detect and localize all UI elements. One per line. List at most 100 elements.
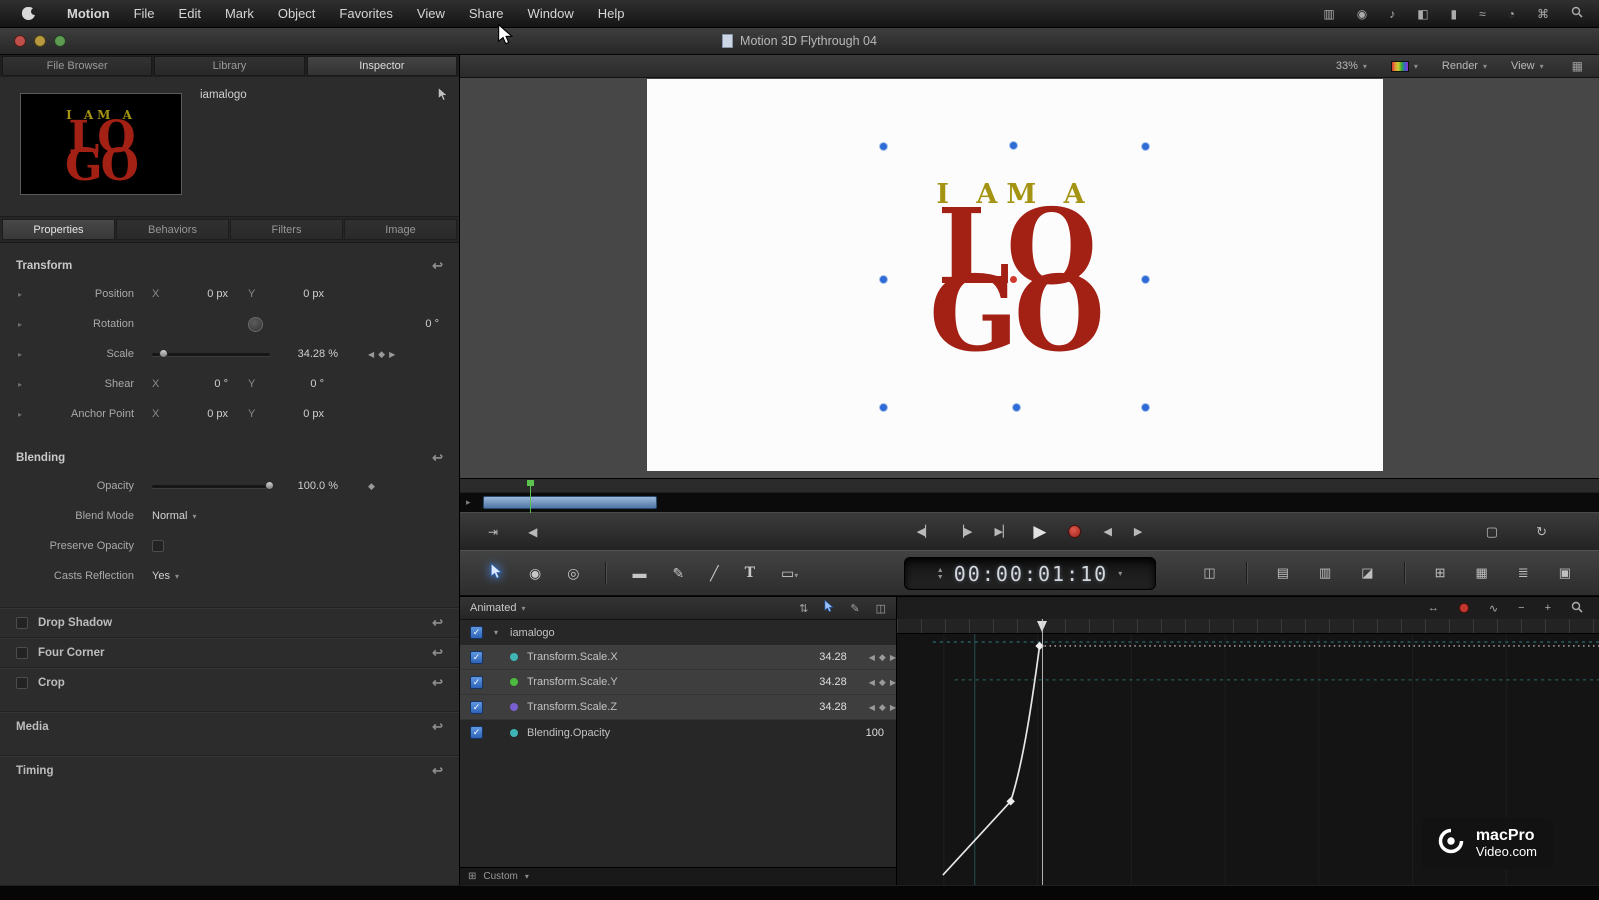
animated-filter-dropdown[interactable]: Animated ▾ [470,602,526,614]
selection-handle[interactable] [1012,403,1021,412]
position-y-value[interactable]: 0 px [266,288,324,300]
new-camera-icon[interactable]: ◫ [1203,565,1215,581]
loop-icon[interactable]: ↻ [1536,524,1547,540]
prev-keyframe-icon[interactable]: ◀ [368,350,374,359]
object-panel-icon[interactable]: ⊞ [1435,565,1446,581]
casts-reflection-dropdown[interactable]: Yes ▾ [152,570,179,582]
menu-favorites[interactable]: Favorites [327,0,404,28]
zoom-dropdown[interactable]: 33% ▾ [1336,60,1367,72]
selection-handle[interactable] [1141,403,1150,412]
parameter-value[interactable]: 34.28 [801,651,847,663]
menu-window[interactable]: Window [516,0,586,28]
parameter-enable-checkbox[interactable]: ✓ [470,700,483,714]
add-keyframe-icon[interactable]: ◆ [879,702,886,713]
next-keyframe-icon[interactable]: ▕▶ [956,525,973,538]
timecode-stepper[interactable]: ▲ ▼ [937,567,944,581]
parameter-value[interactable]: 100 [838,727,884,739]
play-button[interactable]: ▶ [1033,522,1046,542]
adjust-anchor-tool[interactable]: ◎ [567,565,579,582]
next-keyframe-icon[interactable]: ▶ [890,653,896,662]
pen-icon[interactable]: ✎ [850,602,859,615]
battery-icon[interactable]: ▮ [1451,7,1458,21]
previous-frame-icon[interactable]: ◀ [1103,525,1111,538]
four-corner-section[interactable]: Four Corner ↩ [0,637,459,667]
curve-snapshot-icon[interactable]: ∿ [1489,602,1498,615]
disclosure-icon[interactable]: ▸ [18,350,40,359]
fullscreen-icon[interactable]: ▢ [1486,524,1498,540]
adjust-item-tool[interactable]: ◉ [529,565,541,582]
mask-tool[interactable]: ▭▾ [781,565,798,582]
fit-curves-icon[interactable]: ↔ [1428,602,1439,614]
drop-shadow-reset-icon[interactable]: ↩ [432,615,443,631]
canvas-viewport[interactable]: I AM A LO GO [460,78,1599,478]
view-dropdown[interactable]: View ▾ [1511,60,1544,72]
parameter-enable-checkbox[interactable]: ✓ [470,726,483,739]
drop-shadow-section[interactable]: Drop Shadow ↩ [0,607,459,637]
disclosure-down-icon[interactable]: ▾ [494,628,510,637]
tab-file-browser[interactable]: File Browser [2,56,153,76]
next-keyframe-icon[interactable]: ▶ [890,678,896,687]
subtab-behaviors[interactable]: Behaviors [116,219,229,240]
next-frame-icon[interactable]: ▶ [1134,525,1142,538]
shield-icon[interactable]: ◉ [1357,7,1367,21]
record-button[interactable] [1068,525,1082,538]
opacity-value[interactable]: 100.0 % [276,480,338,492]
anchor-x-value[interactable]: 0 px [170,408,228,420]
media-section[interactable]: Media ↩ [0,711,459,741]
network-icon[interactable]: ≈ [1479,7,1486,21]
parameter-row[interactable]: ✓ Transform.Scale.X 34.28 ◀ ◆ ▶ [460,645,896,670]
add-keyframe-icon[interactable]: ◆ [378,349,385,360]
selection-handle[interactable] [879,275,888,284]
zoom-button[interactable] [54,35,66,47]
switcher-icon[interactable]: ⌘ [1537,7,1549,21]
prev-keyframe-icon[interactable]: ◀ [869,678,875,687]
opacity-keyframe-icon[interactable]: ◆ [368,481,375,492]
selection-handle[interactable] [879,142,888,151]
shear-x-value[interactable]: 0 ° [170,378,228,390]
crop-reset-icon[interactable]: ↩ [432,675,443,691]
timeline-disclosure-icon[interactable]: ▸ [466,497,471,508]
menu-object[interactable]: Object [266,0,328,28]
snapshot-icon[interactable]: ◫ [876,602,886,615]
selection-handle[interactable] [879,403,888,412]
timing-reset-icon[interactable]: ↩ [432,763,443,779]
content-library-icon[interactable]: ▥ [1319,565,1331,581]
step-back-icon[interactable]: ◀ [528,525,537,539]
spotlight-icon[interactable] [1571,6,1583,21]
subtab-filters[interactable]: Filters [230,219,343,240]
preserve-opacity-checkbox[interactable] [152,540,164,552]
canvas-stage[interactable]: I AM A LO GO [647,79,1383,471]
layer-duration-bar[interactable] [483,496,657,509]
position-x-value[interactable]: 0 px [170,288,228,300]
next-keyframe-icon[interactable]: ▶ [389,350,395,359]
blend-mode-dropdown[interactable]: Normal ▾ [152,510,196,522]
timeline-panel-icon[interactable]: ▦ [1476,565,1488,581]
previous-keyframe-icon[interactable]: ◀▏ [917,525,934,538]
menu-help[interactable]: Help [586,0,637,28]
drop-shadow-checkbox[interactable] [16,616,28,629]
selection-handle[interactable] [1009,141,1018,150]
crop-section[interactable]: Crop ↩ [0,667,459,697]
add-keyframe-icon[interactable]: ◆ [879,652,886,663]
volume-icon[interactable]: ◧ [1417,7,1428,21]
parameter-enable-checkbox[interactable]: ✓ [470,675,483,689]
clock-icon[interactable]: ◔ [1508,7,1515,21]
graph-ruler[interactable] [897,619,1599,634]
disclosure-icon[interactable]: ▸ [18,320,40,329]
rotation-dial[interactable] [248,316,263,332]
transform-reset-icon[interactable]: ↩ [432,258,443,274]
sort-icon[interactable]: ⇅ [799,602,808,615]
import-media-icon[interactable]: ▤ [1277,565,1289,581]
minimize-button[interactable] [34,35,46,47]
parameter-value[interactable]: 34.28 [801,701,847,713]
text-tool[interactable]: T [745,565,755,581]
blending-reset-icon[interactable]: ↩ [432,450,443,466]
rectangle-tool[interactable]: ▬ [632,565,646,581]
shear-y-value[interactable]: 0 ° [266,378,324,390]
graph-playhead-line[interactable] [1042,619,1043,885]
crop-checkbox[interactable] [16,676,28,689]
disclosure-icon[interactable]: ▸ [18,290,40,299]
window-title-bar[interactable]: Motion 3D Flythrough 04 [0,28,1599,55]
close-button[interactable] [14,35,26,47]
disclosure-icon[interactable]: ▸ [18,410,40,419]
